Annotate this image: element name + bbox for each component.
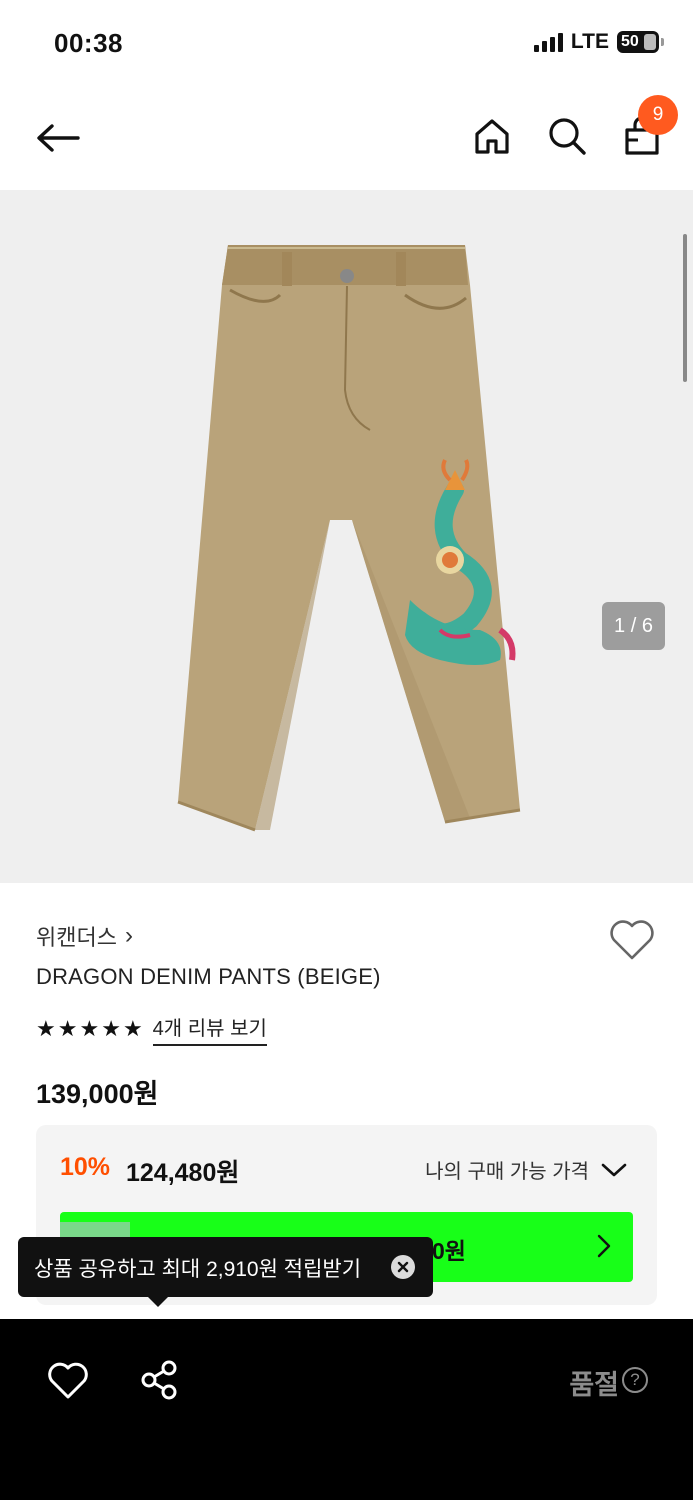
star-icon: ★: [79, 1016, 100, 1041]
my-price-label: 나의 구매 가능 가격: [425, 1161, 589, 1183]
chevron-right-icon: ›: [124, 922, 133, 949]
sold-out-label: 품절: [569, 1370, 619, 1400]
heart-outline-icon: [610, 920, 654, 960]
star-icon: ★: [122, 1016, 143, 1041]
battery-icon: 50: [617, 31, 664, 53]
brand-name: 위캔더스: [36, 925, 117, 950]
scroll-indicator[interactable]: [683, 234, 687, 382]
status-bar: 00:38 LTE 50: [0, 0, 693, 88]
home-icon: [475, 119, 509, 154]
share-button[interactable]: [138, 1359, 180, 1401]
home-button[interactable]: [470, 114, 514, 158]
status-indicators: LTE 50: [533, 30, 664, 54]
heart-outline-icon: [48, 1362, 88, 1399]
chevron-right-icon: [597, 1234, 611, 1258]
help-icon[interactable]: ?: [622, 1367, 648, 1393]
share-reward-tooltip: 상품 공유하고 최대 2,910원 적립받기: [18, 1237, 433, 1307]
promo-text: 0원: [432, 1238, 466, 1264]
tooltip-close-button[interactable]: [391, 1255, 415, 1279]
product-photo: [177, 245, 521, 832]
wishlist-button[interactable]: [608, 918, 656, 962]
star-icon: ★: [57, 1016, 78, 1041]
back-button[interactable]: [34, 118, 82, 158]
cart-count-badge: 9: [638, 95, 678, 135]
back-arrow-icon: [37, 124, 80, 152]
image-counter: 1 / 6: [602, 602, 665, 650]
star-icon: ★: [101, 1016, 121, 1041]
star-icon: ★: [36, 1016, 56, 1041]
product-image-gallery[interactable]: 1 / 6: [0, 190, 693, 883]
bottom-action-bar: 품절 ?: [0, 1319, 693, 1500]
discount-price: 124,480원: [126, 1159, 240, 1187]
battery-level: 50: [621, 33, 639, 50]
product-name: DRAGON DENIM PANTS (BEIGE): [36, 964, 381, 989]
status-time: 00:38: [54, 28, 123, 58]
my-price-toggle[interactable]: 나의 구매 가능 가격: [425, 1155, 627, 1184]
network-label: LTE: [570, 30, 609, 53]
share-icon: [141, 1360, 177, 1400]
search-button[interactable]: [545, 114, 589, 158]
close-icon: [397, 1261, 409, 1273]
review-link[interactable]: 4개 리뷰 보기: [152, 1012, 267, 1046]
signal-icon: [533, 32, 563, 52]
chevron-down-icon: [601, 1163, 627, 1176]
brand-link[interactable]: 위캔더스 ›: [36, 920, 133, 952]
rating-stars: ★ ★ ★ ★ ★: [36, 1016, 143, 1042]
like-button[interactable]: [47, 1361, 89, 1401]
discount-rate: 10%: [60, 1153, 111, 1181]
rating-row: ★ ★ ★ ★ ★ 4개 리뷰 보기: [36, 1012, 267, 1046]
top-navigation: [0, 88, 693, 188]
original-price: 139,000원: [36, 1079, 159, 1109]
search-icon: [549, 118, 586, 155]
tooltip-text: 상품 공유하고 최대 2,910원 적립받기: [34, 1258, 362, 1281]
